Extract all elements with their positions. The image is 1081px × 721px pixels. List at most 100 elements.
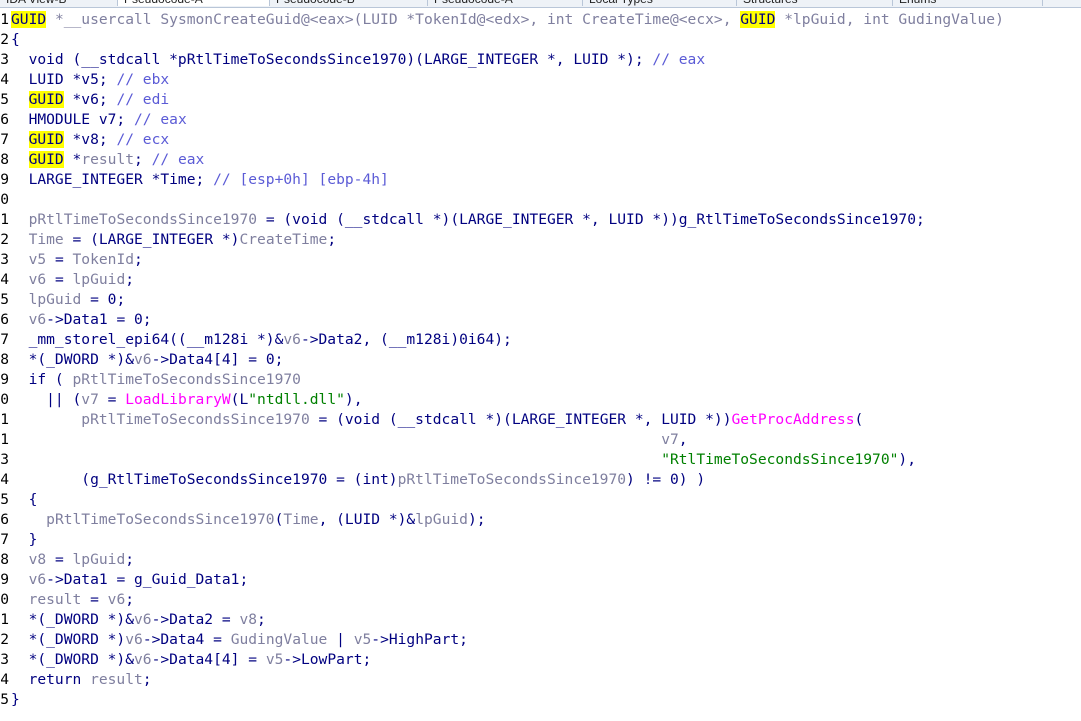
code-token: result xyxy=(28,591,82,608)
code-line[interactable]: 1 pRtlTimeToSecondsSince1970 = (void (__… xyxy=(0,210,1081,230)
line-number: 9 xyxy=(0,171,9,188)
code-line[interactable]: 6 v6->Data1 = 0; xyxy=(0,310,1081,330)
code-line[interactable]: 8 GUID *result; // eax xyxy=(0,150,1081,170)
code-line[interactable]: 4 return result; xyxy=(0,670,1081,690)
code-line[interactable]: 1 pRtlTimeToSecondsSince1970 = (void (__… xyxy=(0,410,1081,430)
code-line[interactable]: 4 v6 = lpGuid; xyxy=(0,270,1081,290)
code-line[interactable]: 0 || (v7 = LoadLibraryW(L"ntdll.dll"), xyxy=(0,390,1081,410)
code-token: ->Data1 = 0; xyxy=(46,311,152,328)
code-token: // [esp+0h] [ebp-4h] xyxy=(213,171,389,188)
code-line[interactable]: 3 *(_DWORD *)&v6->Data4[4] = v5->LowPart… xyxy=(0,650,1081,670)
code-line[interactable]: 8 *(_DWORD *)&v6->Data4[4] = 0; xyxy=(0,350,1081,370)
code-line[interactable]: 7 GUID *v8; // ecx xyxy=(0,130,1081,150)
code-text: void (__stdcall *pRtlTimeToSecondsSince1… xyxy=(11,50,706,70)
pseudocode-view[interactable]: 1 GUID *__usercall SysmonCreateGuid@<eax>… xyxy=(0,10,1081,710)
code-token: = (void (__stdcall *)(LARGE_INTEGER *, L… xyxy=(309,411,732,428)
code-token: // eax xyxy=(134,111,187,128)
code-line[interactable]: 1 *(_DWORD *)&v6->Data2 = v8; xyxy=(0,610,1081,630)
code-token: } xyxy=(11,691,20,708)
code-line[interactable]: 2 *(_DWORD *)v6->Data4 = GudingValue | v… xyxy=(0,630,1081,650)
code-token: = xyxy=(46,551,73,568)
code-token: ->Data4[4] = xyxy=(151,651,266,668)
code-token: lpGuid xyxy=(415,511,468,528)
line-number: 1 xyxy=(0,431,9,448)
code-line[interactable]: 0 xyxy=(0,190,1081,210)
code-token: (g_RtlTimeToSecondsSince1970 = (int) xyxy=(11,471,398,488)
code-token: v6 xyxy=(28,271,47,288)
line-number: 8 xyxy=(0,551,9,568)
code-token: return xyxy=(11,671,91,688)
line-number: 3 xyxy=(0,451,9,468)
code-line[interactable]: 8 v8 = lpGuid; xyxy=(0,550,1081,570)
code-token: Time xyxy=(28,231,64,248)
code-token: v7 xyxy=(81,391,99,408)
line-number: 0 xyxy=(0,391,9,408)
code-line[interactable]: 4 (g_RtlTimeToSecondsSince1970 = (int)pR… xyxy=(0,470,1081,490)
code-line[interactable]: 9 if ( pRtlTimeToSecondsSince1970 xyxy=(0,370,1081,390)
code-token: ( xyxy=(854,411,864,428)
code-token: // ebx xyxy=(116,71,170,88)
tab-3[interactable]: Pseudocode-A xyxy=(428,0,583,6)
code-token: v6 xyxy=(283,331,301,348)
tab-2[interactable]: Pseudocode-B xyxy=(270,0,428,6)
tab-4[interactable]: Local Types xyxy=(583,0,737,6)
code-token: ; xyxy=(134,151,152,168)
code-line[interactable]: 5 GUID *v6; // edi xyxy=(0,90,1081,110)
highlighted-token: GUID xyxy=(28,91,64,108)
code-token: pRtlTimeToSecondsSince1970 xyxy=(72,371,301,388)
code-text: pRtlTimeToSecondsSince1970(Time, (LUID *… xyxy=(11,510,485,530)
code-token: if ( xyxy=(11,371,73,388)
line-number: 4 xyxy=(0,271,9,288)
code-text: *(_DWORD *)&v6->Data4[4] = v5->LowPart; xyxy=(11,650,372,670)
code-line[interactable]: 3 v5 = TokenId; xyxy=(0,250,1081,270)
code-line[interactable]: 3 "RtlTimeToSecondsSince1970"), xyxy=(0,450,1081,470)
code-token: v8 xyxy=(28,551,47,568)
code-token: pRtlTimeToSecondsSince1970 xyxy=(46,511,275,528)
code-line[interactable]: 4 LUID *v5; // ebx xyxy=(0,70,1081,90)
code-token: { xyxy=(11,491,38,508)
code-line[interactable]: 9 LARGE_INTEGER *Time; // [esp+0h] [ebp-… xyxy=(0,170,1081,190)
tab-5[interactable]: Structures xyxy=(737,0,893,6)
code-line[interactable]: 7 _mm_storel_epi64((__m128i *)&v6->Data2… xyxy=(0,330,1081,350)
code-line[interactable]: 2{ xyxy=(0,30,1081,50)
code-line[interactable]: 9 v6->Data1 = g_Guid_Data1; xyxy=(0,570,1081,590)
code-line[interactable]: 3 void (__stdcall *pRtlTimeToSecondsSinc… xyxy=(0,50,1081,70)
tab-0[interactable]: IDA View-B xyxy=(0,0,118,6)
code-line[interactable]: 1 GUID *__usercall SysmonCreateGuid@<eax>… xyxy=(0,10,1081,30)
tab-1[interactable]: Pseudocode-A xyxy=(118,0,270,6)
code-text: LUID *v5; // ebx xyxy=(11,70,170,90)
code-line[interactable]: 5} xyxy=(0,690,1081,710)
code-token: *v8; xyxy=(63,131,117,148)
code-line[interactable]: 1 v7, xyxy=(0,430,1081,450)
code-text: GUID *v8; // ecx xyxy=(11,130,169,150)
code-token: Time xyxy=(283,511,319,528)
code-token: v5 xyxy=(265,651,284,668)
code-line[interactable]: 7 } xyxy=(0,530,1081,550)
code-line[interactable]: 5 lpGuid = 0; xyxy=(0,290,1081,310)
tab-6[interactable]: Enums xyxy=(893,0,1043,6)
code-line[interactable]: 5 { xyxy=(0,490,1081,510)
code-token: ; xyxy=(125,271,135,288)
line-number: 4 xyxy=(0,471,9,488)
code-text: { xyxy=(11,30,20,50)
code-token: || ( xyxy=(11,391,82,408)
code-token: ->HighPart; xyxy=(371,631,468,648)
code-line[interactable]: 6 pRtlTimeToSecondsSince1970(Time, (LUID… xyxy=(0,510,1081,530)
code-text: lpGuid = 0; xyxy=(11,290,126,310)
code-token: | xyxy=(327,631,354,648)
code-line[interactable]: 6 HMODULE v7; // eax xyxy=(0,110,1081,130)
line-number: 7 xyxy=(0,131,9,148)
code-token: ->Data2, (__m128i)0i64); xyxy=(300,331,512,348)
code-line[interactable]: 2 Time = (LARGE_INTEGER *)CreateTime; xyxy=(0,230,1081,250)
code-text: v6 = lpGuid; xyxy=(11,270,134,290)
line-number: 6 xyxy=(0,511,9,528)
code-line[interactable]: 0 result = v6; xyxy=(0,590,1081,610)
